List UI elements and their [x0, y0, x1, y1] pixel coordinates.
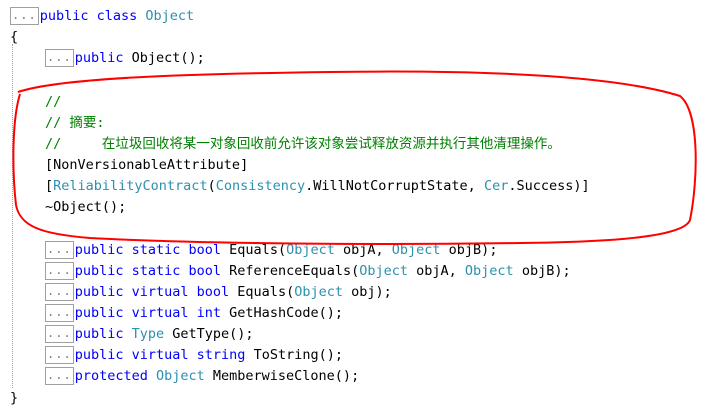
- red-annotation-ellipse: [12, 70, 697, 245]
